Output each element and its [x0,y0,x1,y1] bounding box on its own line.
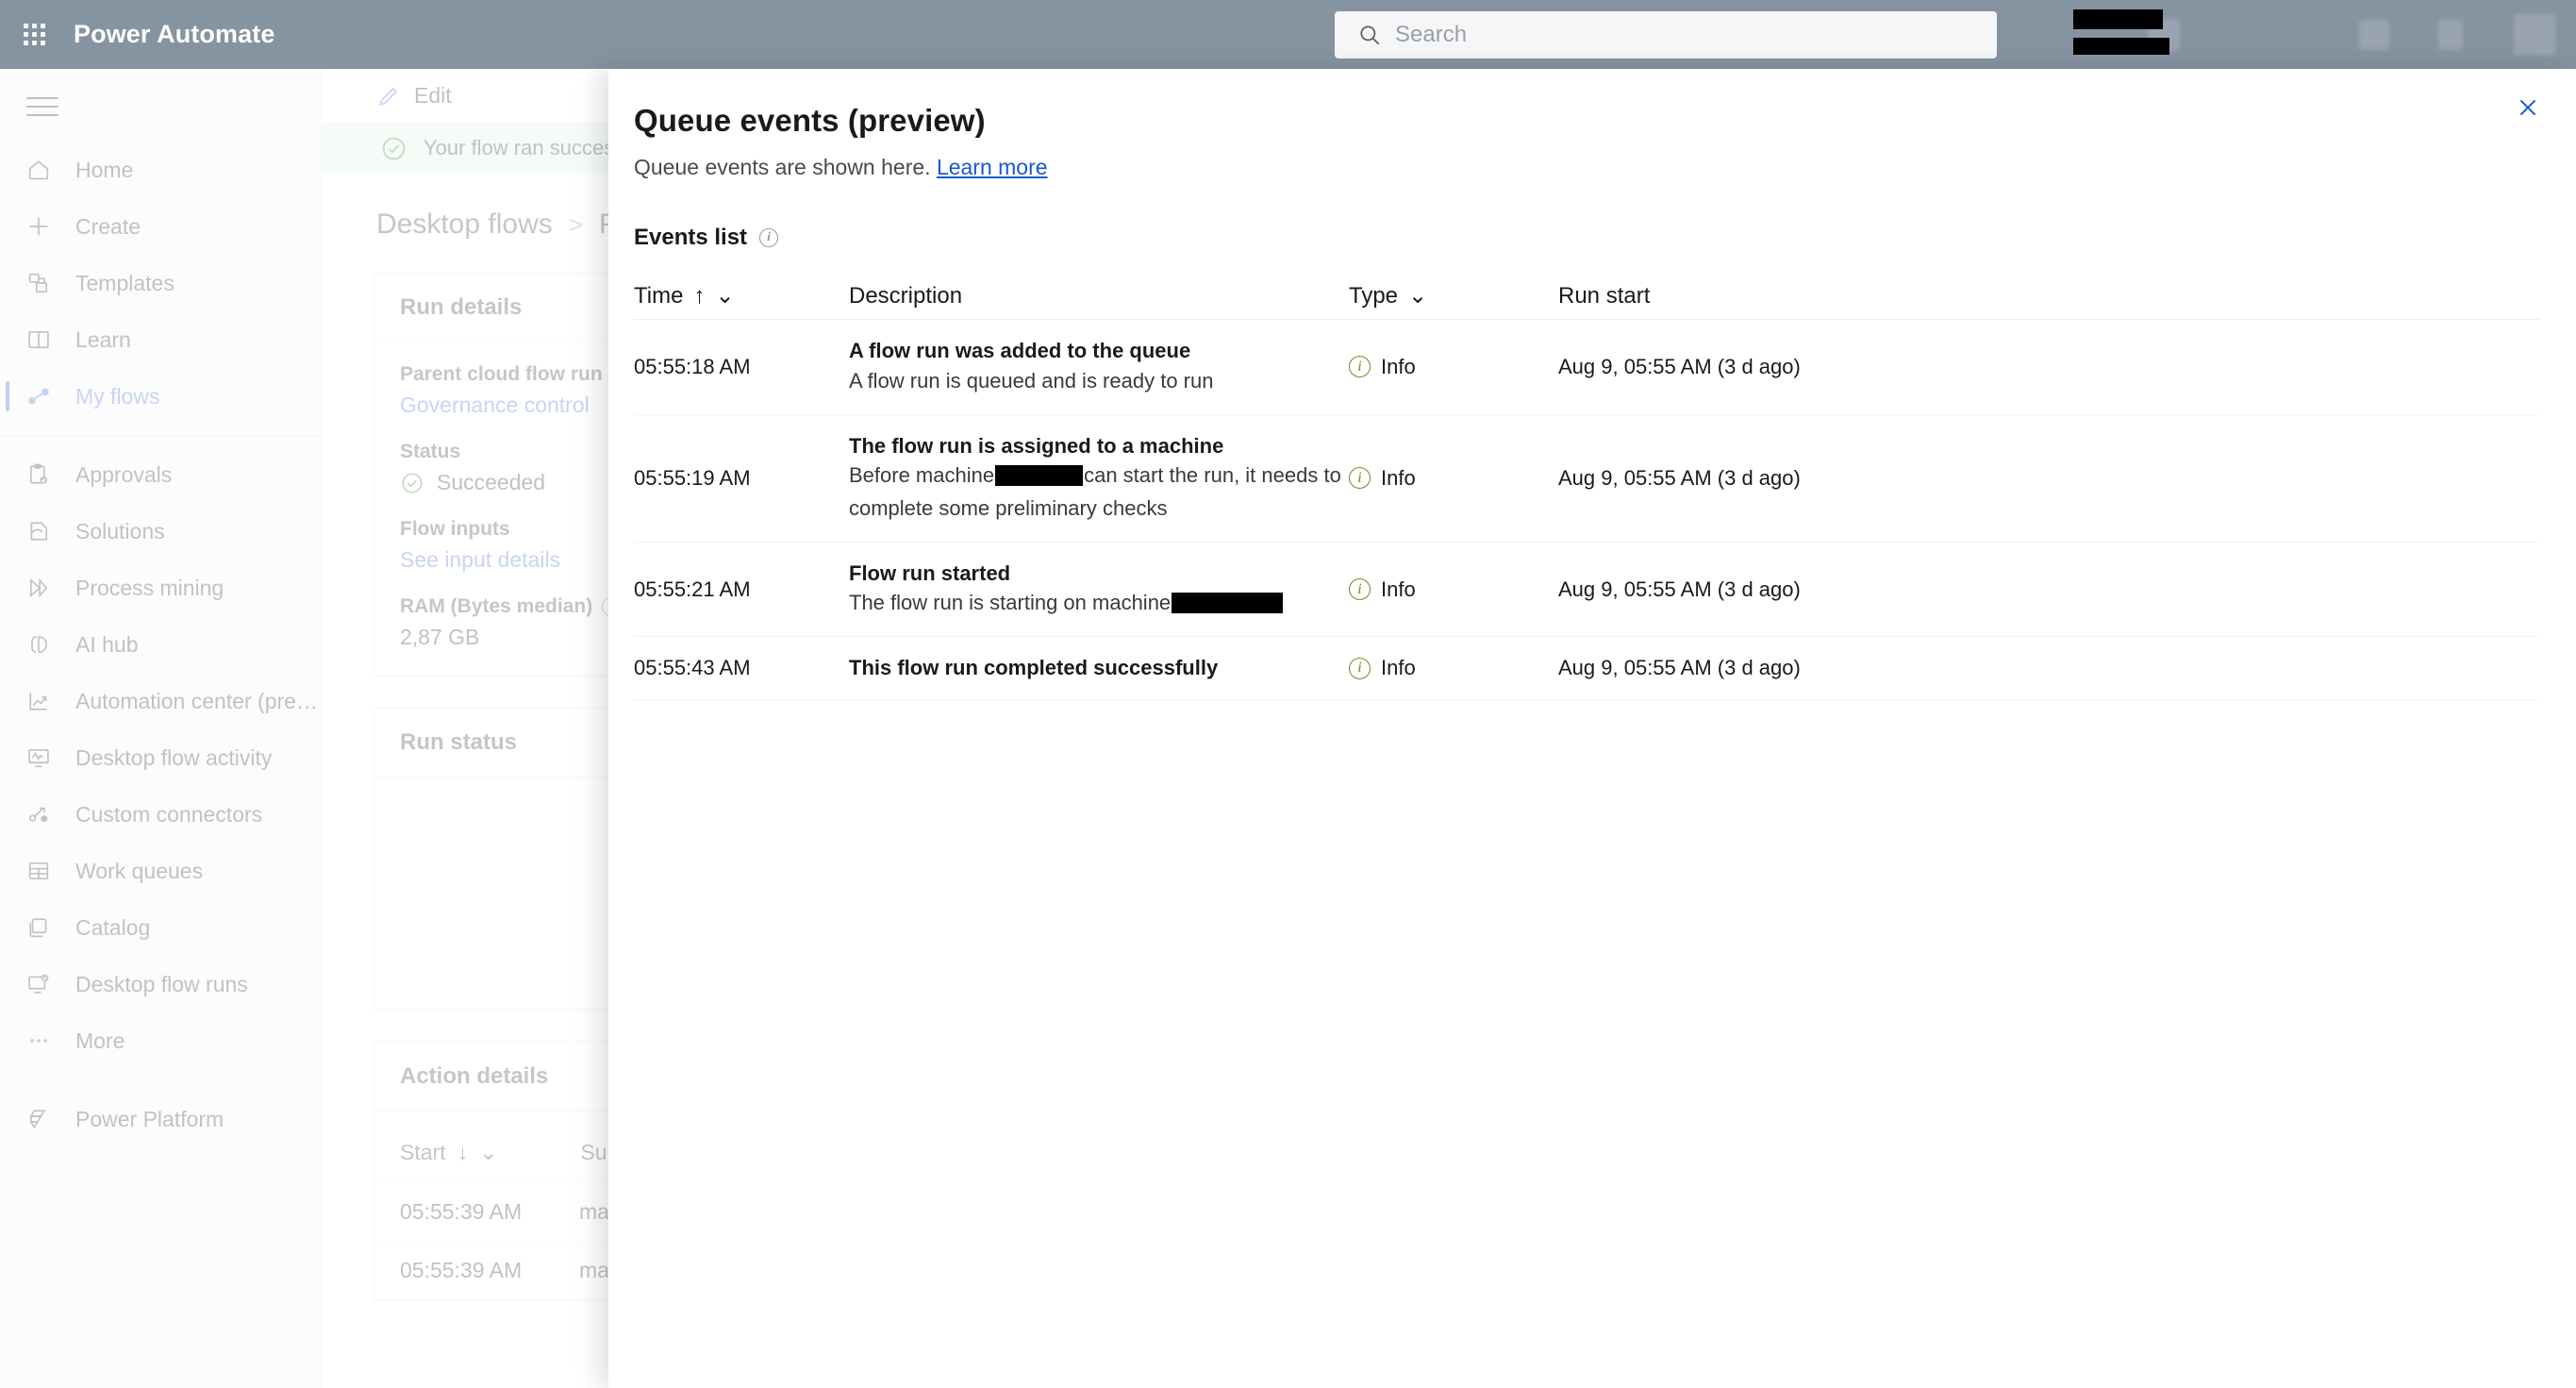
column-header-run-start[interactable]: Run start [1558,283,2011,309]
table-row[interactable]: Flow run started The flow run is startin… [634,543,2539,638]
column-header-description[interactable]: Description [849,283,1349,309]
event-description-body: A flow run is queued and is ready to run [849,368,1214,393]
column-label: Type [1349,282,1399,309]
search-icon [1360,25,1380,45]
event-time: 05:55:18 AM [634,354,751,378]
app-title: Power Automate [74,20,275,48]
machine-name-redacted [1172,593,1284,614]
event-description: This flow run completed successfully [849,654,1349,682]
event-description-body: The flow run is starting on machine [849,591,1172,615]
search-box[interactable]: Search [1335,11,1997,59]
event-run-start: Aug 9, 05:55 AM (3 d ago) [1558,354,1801,378]
events-list-heading: Events list i [634,225,2576,251]
event-type-label: Info [1381,656,1416,680]
panel-subtitle: Queue events are shown here. Learn more [634,155,2576,180]
table-row[interactable]: 05:55:43 AM This flow run completed succ… [634,637,2539,701]
info-circle-icon: i [1349,578,1371,601]
event-type-label: Info [1381,354,1416,378]
event-type: i Info [1349,355,1558,379]
event-type: i Info [1349,577,1558,602]
org-name-redacted [2073,9,2163,29]
event-description-title: A flow run was added to the queue [849,339,1191,362]
learn-more-link[interactable]: Learn more [937,155,1048,179]
event-type: i Info [1349,466,1558,491]
event-time: 05:55:19 AM [634,465,751,490]
column-label: Time [634,282,684,309]
table-row[interactable]: 05:55:18 AM A flow run was added to the … [634,320,2539,415]
events-table-header: Time ↑ ⌄ Description Type ⌄ Run start [634,278,2539,320]
event-description-title: This flow run completed successfully [849,656,1219,680]
event-time: 05:55:21 AM [634,577,751,601]
event-description: The flow run is assigned to a machine Be… [849,432,1349,525]
panel-subtitle-text: Queue events are shown here. [634,155,931,179]
event-description: Flow run started The flow run is startin… [849,560,1349,620]
search-input[interactable]: Search [1395,22,1467,48]
event-description-title: The flow run is assigned to a machine [849,433,1224,458]
org-env-redacted [2073,38,2169,55]
power-automate-app: Power Automate Search Home [0,0,2576,1388]
column-label: Run start [1558,283,1651,309]
event-run-start: Aug 9, 05:55 AM (3 d ago) [1558,577,1801,601]
event-time: 05:55:43 AM [634,656,751,680]
panel-header: Queue events (preview) Queue events are … [608,69,2576,180]
account-avatar-icon[interactable] [2514,13,2555,56]
chevron-down-icon[interactable]: ⌄ [715,282,734,309]
close-icon [2519,99,2536,116]
queue-events-panel: Queue events (preview) Queue events are … [608,69,2576,1388]
panel-title: Queue events (preview) [634,103,986,138]
column-header-time[interactable]: Time ↑ ⌄ [634,282,849,309]
machine-name-redacted [995,465,1084,487]
event-run-start: Aug 9, 05:55 AM (3 d ago) [1558,656,1801,680]
close-button[interactable] [2506,86,2550,129]
info-circle-icon[interactable]: i [759,228,779,247]
event-description-body: Before machine [849,463,995,488]
suite-header: Power Automate Search [0,0,2576,69]
sort-up-icon: ↑ [693,282,706,309]
info-circle-icon: i [1349,356,1371,378]
gear-icon[interactable] [2359,19,2389,50]
chevron-down-icon[interactable]: ⌄ [1408,282,1427,309]
events-list-label: Events list [634,225,748,250]
column-header-type[interactable]: Type ⌄ [1349,282,1558,309]
event-type-label: Info [1381,465,1416,490]
help-question-icon[interactable] [2438,19,2463,50]
info-circle-icon: i [1349,657,1371,679]
column-label: Description [849,283,963,309]
event-run-start: Aug 9, 05:55 AM (3 d ago) [1558,465,1801,490]
event-description-title: Flow run started [849,560,1011,585]
info-circle-icon: i [1349,467,1371,490]
event-description: A flow run was added to the queue A flow… [849,337,1349,397]
app-launcher-icon[interactable] [17,18,51,52]
events-table: Time ↑ ⌄ Description Type ⌄ Run start 05… [634,278,2539,701]
event-type: i Info [1349,656,1558,680]
table-row[interactable]: 05:55:19 AM The flow run is assigned to … [634,415,2539,543]
event-type-label: Info [1381,577,1416,601]
